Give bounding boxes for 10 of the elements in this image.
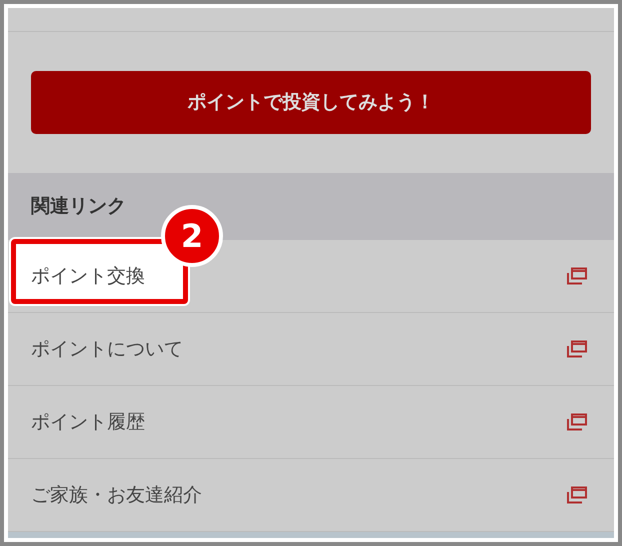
section-title: 関連リンク — [31, 194, 126, 220]
external-link-icon — [566, 340, 588, 358]
related-link[interactable]: ポイント履歴 — [31, 408, 145, 436]
related-link[interactable]: ポイントについて — [31, 334, 183, 364]
invest-button[interactable]: ポイントで投資してみよう！ — [31, 71, 591, 134]
external-link-icon — [566, 486, 588, 504]
external-link-icon — [566, 267, 588, 285]
related-link[interactable]: ご家族・お友達紹介 — [31, 480, 202, 510]
external-link-icon — [566, 413, 588, 431]
related-link[interactable]: ポイント交換 — [31, 262, 145, 290]
